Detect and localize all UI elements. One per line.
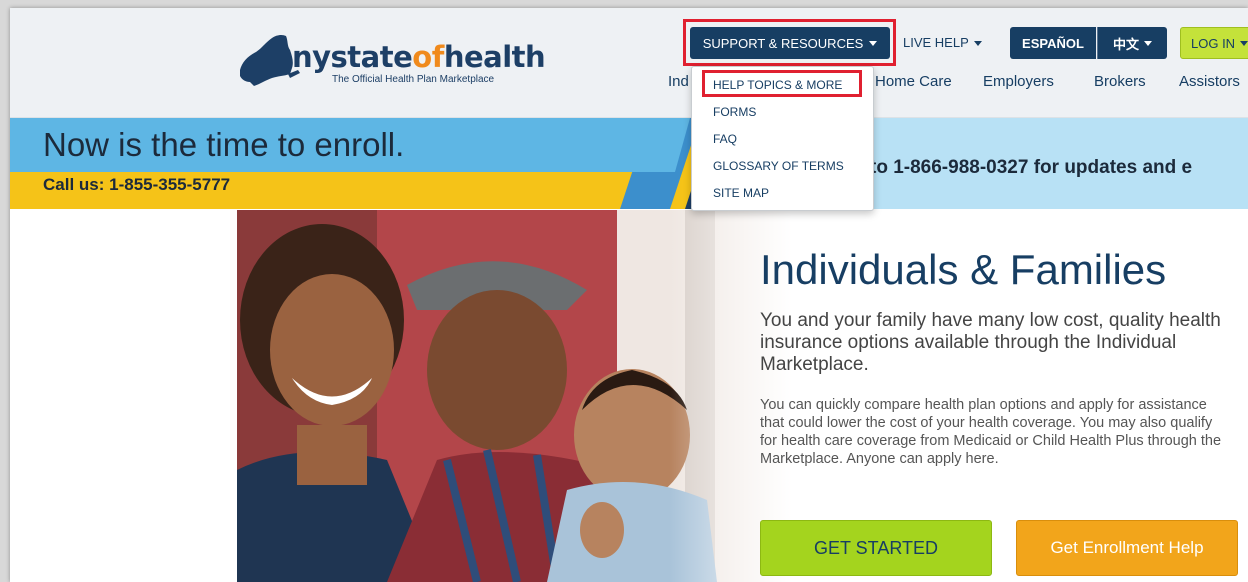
banner-call-number: Call us: 1-855-355-5777 bbox=[43, 175, 231, 194]
get-enrollment-help-button[interactable]: Get Enrollment Help bbox=[1016, 520, 1238, 576]
nav-item-individuals[interactable]: Ind bbox=[668, 73, 689, 90]
nav-item-employers[interactable]: Employers bbox=[983, 73, 1054, 90]
chinese-language-button[interactable]: 中文 bbox=[1097, 27, 1167, 59]
site-logo[interactable]: nystateofhealth The Official Health Plan… bbox=[232, 26, 552, 90]
support-resources-dropdown: HELP TOPICS & MORE FORMS FAQ GLOSSARY OF… bbox=[691, 66, 874, 211]
logo-word-of: of bbox=[412, 40, 444, 74]
site-header: nystateofhealth The Official Health Plan… bbox=[10, 8, 1248, 118]
get-started-button[interactable]: GET STARTED bbox=[760, 520, 992, 576]
dropdown-item-site-map[interactable]: SITE MAP bbox=[713, 186, 769, 200]
get-enrollment-help-label: Get Enrollment Help bbox=[1050, 538, 1204, 557]
nav-item-brokers[interactable]: Brokers bbox=[1094, 73, 1146, 90]
nav-item-home-care[interactable]: Home Care bbox=[875, 73, 952, 90]
chevron-down-icon bbox=[1240, 40, 1248, 46]
browser-viewport: nystateofhealth The Official Health Plan… bbox=[10, 8, 1248, 582]
chevron-down-icon bbox=[1144, 40, 1152, 46]
logo-word-nystate: nystate bbox=[292, 40, 413, 74]
espanol-button[interactable]: ESPAÑOL bbox=[1010, 27, 1096, 59]
dropdown-item-faq[interactable]: FAQ bbox=[713, 132, 737, 146]
dropdown-item-forms[interactable]: FORMS bbox=[713, 105, 756, 119]
section-body-text: You can quickly compare health plan opti… bbox=[760, 397, 1222, 467]
dropdown-item-glossary[interactable]: GLOSSARY OF TERMS bbox=[713, 159, 844, 173]
logo-wordmark: nystateofhealth bbox=[292, 40, 546, 74]
get-started-label: GET STARTED bbox=[813, 537, 939, 558]
logo-tagline: The Official Health Plan Marketplace bbox=[332, 74, 495, 85]
section-heading: Individuals & Families bbox=[760, 246, 1167, 293]
banner-sms-text: to 1-866-988-0327 for updates and e bbox=[870, 157, 1193, 178]
support-resources-highlight bbox=[683, 19, 896, 66]
chinese-label: 中文 bbox=[1112, 36, 1139, 52]
chevron-down-icon bbox=[973, 41, 982, 46]
nav-item-assistors[interactable]: Assistors bbox=[1179, 73, 1240, 90]
logo-word-health: health bbox=[443, 40, 546, 74]
family-photo bbox=[237, 210, 792, 582]
login-button[interactable]: LOG IN bbox=[1180, 27, 1248, 59]
family-photo-illustration bbox=[237, 210, 792, 582]
section-lead-text: You and your family have many low cost, … bbox=[760, 310, 1221, 375]
enrollment-banner: Now is the time to enroll. Call us: 1-85… bbox=[10, 118, 1248, 209]
help-topics-highlight bbox=[702, 70, 862, 97]
live-help-menu[interactable]: LIVE HELP bbox=[903, 35, 982, 50]
banner-title: Now is the time to enroll. bbox=[43, 126, 405, 163]
individuals-families-section: Individuals & Families You and your fami… bbox=[760, 210, 1248, 582]
espanol-label: ESPAÑOL bbox=[1022, 35, 1084, 51]
live-help-label: LIVE HELP bbox=[903, 35, 969, 50]
login-label: LOG IN bbox=[1191, 35, 1236, 51]
